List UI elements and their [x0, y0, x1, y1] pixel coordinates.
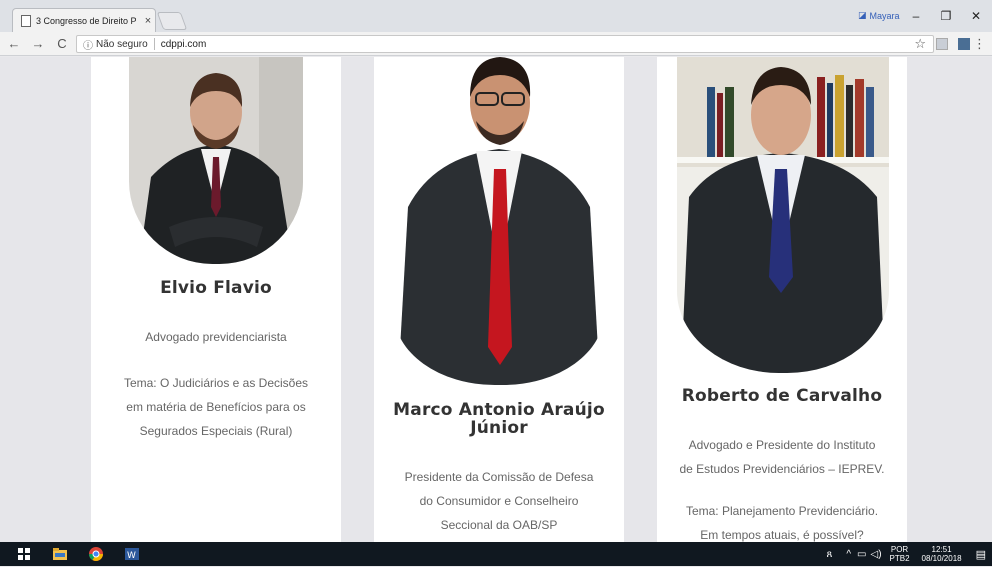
security-label: Não seguro: [96, 38, 148, 50]
keyboard-layout: PTB2: [889, 554, 910, 563]
speaker-topic-line-1: Tema: Planejamento Previdenciário.: [685, 504, 879, 518]
profile-icon: ◪: [858, 10, 867, 20]
speaker-role-line-1: Advogado e Presidente do Instituto: [688, 438, 876, 452]
notifications-icon[interactable]: ▤: [976, 548, 986, 561]
clock[interactable]: 12:51 08/10/2018: [922, 545, 962, 563]
speaker-name-line-2: Júnior: [470, 418, 528, 438]
speaker-topic-line-3: Segurados Especiais (Rural): [139, 424, 293, 438]
word-icon[interactable]: W: [124, 546, 140, 562]
speaker-role-line-3: Seccional da OAB/SP: [440, 518, 558, 532]
extension-icon[interactable]: [936, 38, 948, 50]
clock-time: 12:51: [931, 545, 952, 554]
chevron-up-icon[interactable]: ^: [846, 549, 851, 560]
volume-icon[interactable]: ◁): [871, 549, 882, 560]
speaker-role-line-1: Presidente da Comissão de Defesa: [404, 470, 594, 484]
speaker-topic-line-1: Tema: O Judiciários e as Decisões: [123, 376, 309, 390]
speaker-name: Elvio Flavio: [160, 278, 272, 298]
tab-close-icon[interactable]: ×: [141, 15, 155, 27]
file-explorer-icon[interactable]: [52, 546, 68, 562]
speaker-role-line-2: de Estudos Previdenciários – IEPREV.: [679, 462, 885, 476]
speaker-card-roberto: Roberto de Carvalho Advogado e President…: [657, 57, 907, 542]
browser-tab[interactable]: 3 Congresso de Direito P ×: [12, 8, 156, 32]
profile-name: Mayara: [869, 10, 900, 21]
page-icon: [21, 14, 31, 27]
windows-start-icon[interactable]: [16, 546, 32, 562]
back-button[interactable]: ←: [6, 35, 22, 53]
system-tray: ጸ ^ ▭ ◁) POR PTB2 12:51 08/10/2018 ▤: [826, 542, 992, 566]
address-bar[interactable]: ⓘ Não seguro cdppi.com: [76, 35, 934, 53]
speaker-photo: [394, 57, 604, 385]
clock-date: 08/10/2018: [921, 554, 962, 563]
omnibox-divider: [153, 38, 155, 50]
tab-title: 3 Congresso de Direito P: [36, 15, 137, 26]
speaker-card-elvio: Elvio Flavio Advogado previdenciarista T…: [91, 57, 341, 542]
minimize-button[interactable]: –: [906, 8, 926, 24]
speaker-topic-line-2: Em tempos atuais, é possível?: [700, 528, 864, 542]
speaker-role-line-2: do Consumidor e Conselheiro: [419, 494, 579, 508]
svg-text:W: W: [127, 551, 136, 561]
speaker-topic-line-2: em matéria de Benefícios para os: [126, 400, 306, 414]
language-indicator[interactable]: POR PTB2: [890, 545, 910, 563]
reload-button[interactable]: C: [54, 35, 70, 53]
close-window-button[interactable]: ✕: [966, 8, 986, 24]
url-text: cdppi.com: [160, 38, 207, 50]
restore-button[interactable]: ❐: [936, 8, 956, 24]
browser-toolbar: ← → C ⓘ Não seguro cdppi.com ☆ ⋮: [0, 32, 992, 56]
chrome-icon[interactable]: [88, 546, 104, 562]
speaker-card-marco: Marco Antonio Araújo Júnior Presidente d…: [374, 57, 624, 542]
profile-button[interactable]: ◪ Mayara: [858, 10, 900, 21]
speaker-name: Roberto de Carvalho: [681, 386, 883, 406]
title-bar: 3 Congresso de Direito P × ◪ Mayara – ❐ …: [0, 0, 992, 32]
bookmark-star-icon[interactable]: ☆: [914, 36, 926, 52]
menu-icon[interactable]: ⋮: [973, 36, 986, 52]
info-icon[interactable]: ⓘ: [83, 37, 93, 52]
windows-taskbar: W ጸ ^ ▭ ◁) POR PTB2 12:51 08/10/2018 ▤: [0, 542, 992, 566]
network-icon[interactable]: ▭: [857, 549, 866, 560]
people-icon[interactable]: ጸ: [826, 549, 832, 560]
extension-icon-2[interactable]: [958, 38, 970, 50]
speaker-role: Advogado previdenciarista: [145, 330, 287, 344]
language-code: POR: [890, 545, 909, 554]
speaker-photo: [129, 57, 303, 264]
new-tab-button[interactable]: [156, 12, 188, 30]
web-page: Elvio Flavio Advogado previdenciarista T…: [0, 57, 992, 542]
forward-button[interactable]: →: [30, 35, 46, 53]
speaker-photo: [677, 57, 889, 373]
